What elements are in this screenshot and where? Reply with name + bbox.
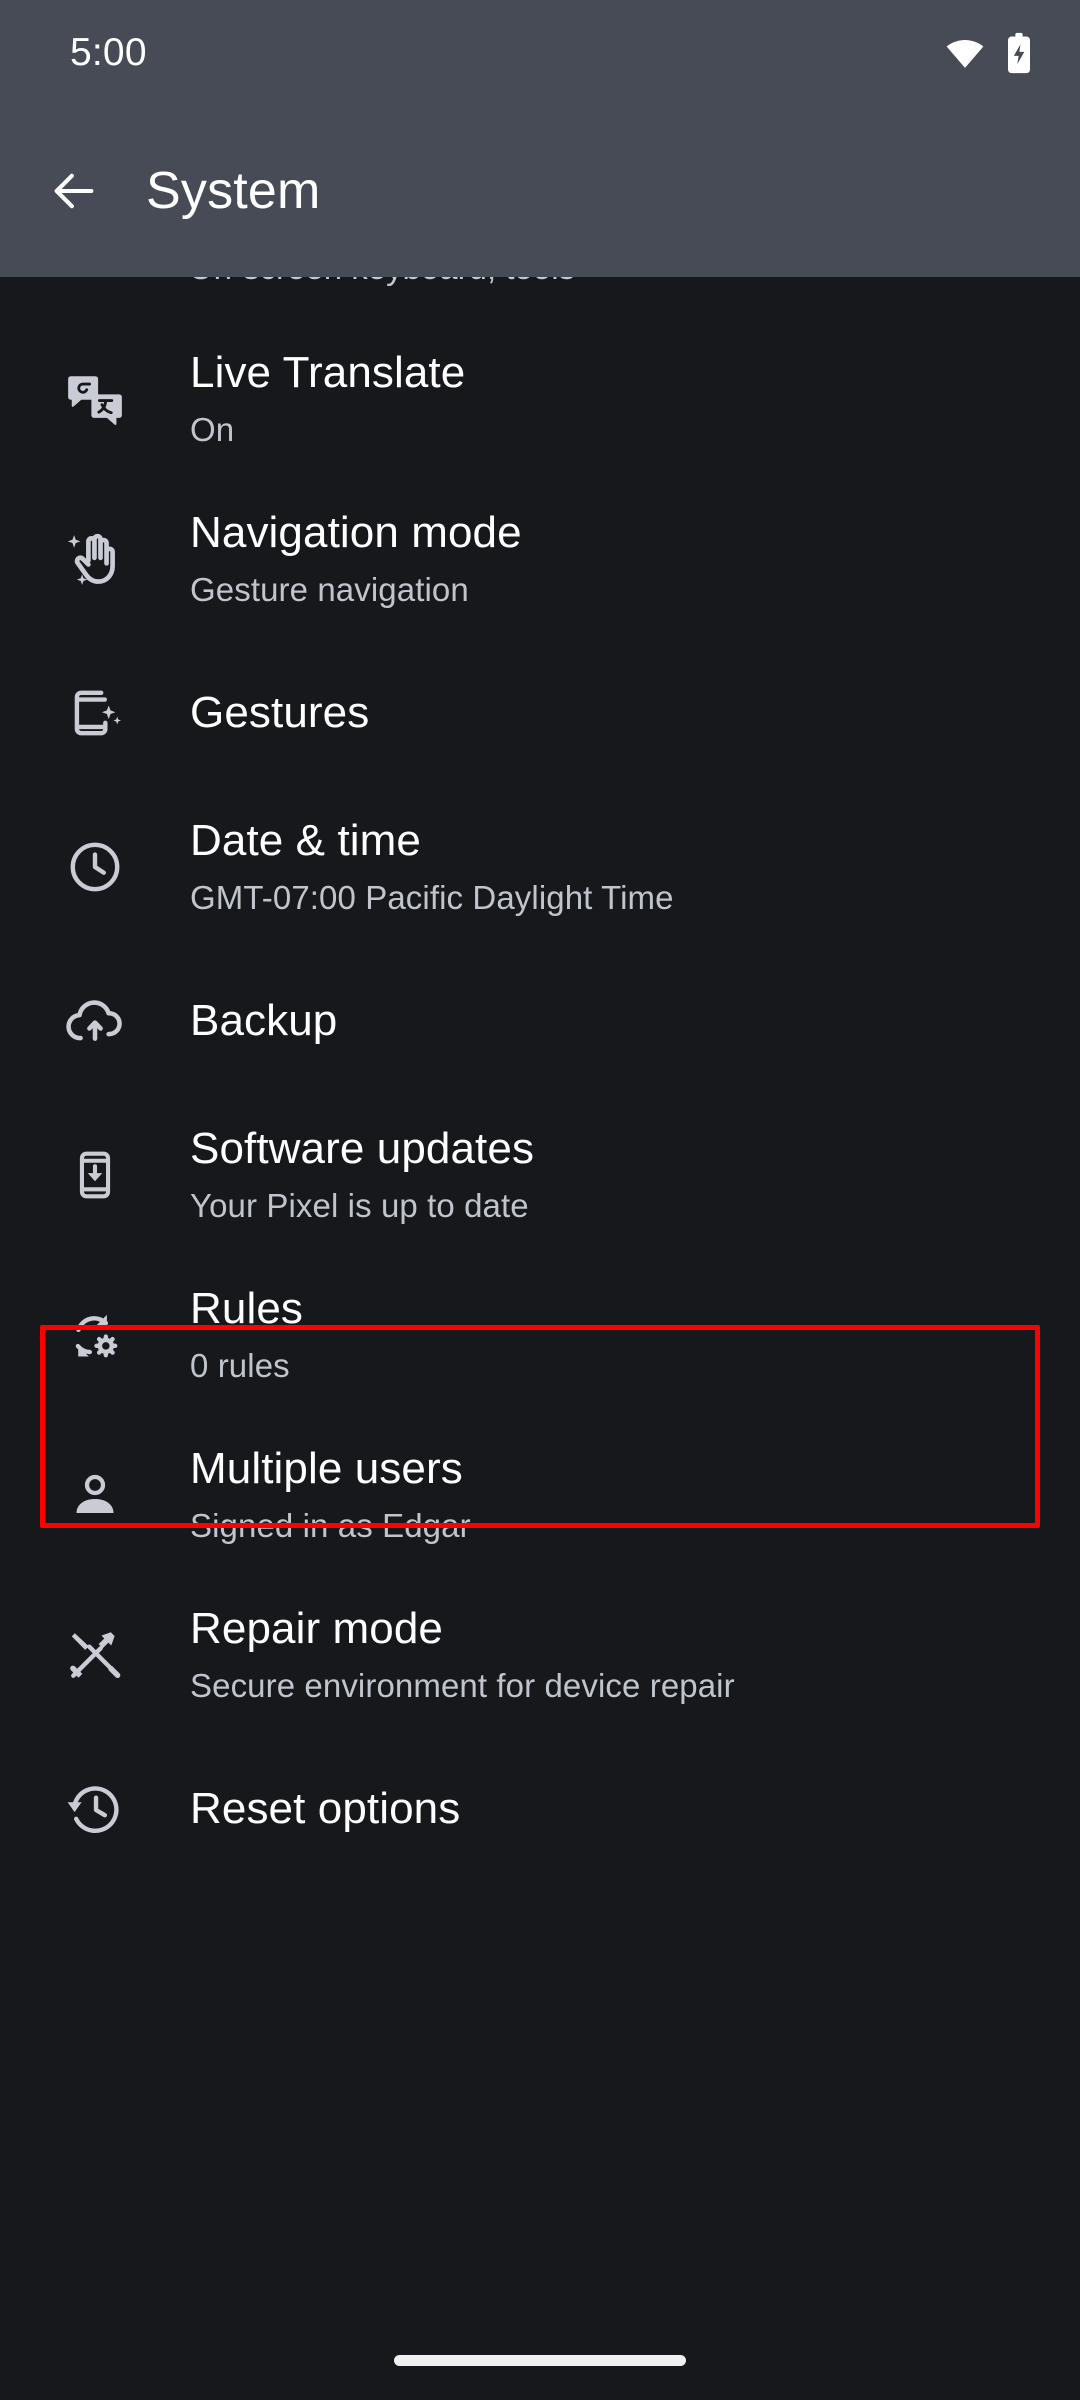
list-item-backup[interactable]: Backup — [0, 947, 1080, 1095]
list-item-text: Repair mode Secure environment for devic… — [190, 1601, 735, 1709]
list-item-live-translate[interactable]: Live Translate On — [0, 319, 1080, 479]
phone-screen: 5:00 System Live Translate On Navigation… — [0, 0, 1080, 2400]
battery-charging-icon — [1004, 31, 1034, 75]
list-item-date-and-time[interactable]: Date & time GMT-07:00 Pacific Daylight T… — [0, 787, 1080, 947]
clipped-previous-row: On-screen keyboard, tools — [0, 277, 1080, 311]
list-item-text: Multiple users Signed in as Edgar — [190, 1441, 471, 1549]
status-bar-icons — [944, 31, 1034, 75]
phone-swipe-icon — [0, 665, 190, 761]
history-restore-icon — [0, 1761, 190, 1857]
wifi-icon — [944, 32, 986, 74]
phone-download-icon — [0, 1127, 190, 1223]
list-item-title: Date & time — [190, 816, 421, 865]
list-item-title: Repair mode — [190, 1604, 444, 1653]
list-item-title: Rules — [190, 1284, 303, 1333]
list-item-summary: GMT-07:00 Pacific Daylight Time — [190, 879, 674, 916]
list-item-title: Backup — [190, 996, 338, 1045]
rotate-gear-icon — [0, 1287, 190, 1383]
list-item-navigation-mode[interactable]: Navigation mode Gesture navigation — [0, 479, 1080, 639]
list-item-title: Live Translate — [190, 348, 466, 397]
list-item-title: Navigation mode — [190, 508, 522, 557]
list-item-text: Navigation mode Gesture navigation — [190, 505, 522, 613]
back-button[interactable] — [26, 143, 122, 239]
list-item-summary: Secure environment for device repair — [190, 1667, 735, 1704]
list-item-gestures[interactable]: Gestures — [0, 639, 1080, 787]
list-item-text: Live Translate On — [190, 345, 465, 453]
back-arrow-icon — [48, 165, 100, 217]
page-title: System — [146, 162, 321, 220]
list-item-text: Backup — [190, 993, 337, 1049]
clipped-row-summary: On-screen keyboard, tools — [188, 277, 575, 287]
list-item-summary: Signed in as Edgar — [190, 1507, 471, 1544]
list-item-rules[interactable]: Rules 0 rules — [0, 1255, 1080, 1415]
list-item-text: Reset options — [190, 1781, 460, 1837]
list-item-multiple-users[interactable]: Multiple users Signed in as Edgar — [0, 1415, 1080, 1575]
person-icon — [0, 1447, 190, 1543]
translate-icon — [0, 351, 190, 447]
settings-list[interactable]: On-screen keyboard, tools Live Translate… — [0, 277, 1080, 2400]
list-item-summary: 0 rules — [190, 1347, 290, 1384]
cloud-upload-icon — [0, 973, 190, 1069]
list-item-reset-options[interactable]: Reset options — [0, 1735, 1080, 1883]
clock-icon — [0, 819, 190, 915]
list-item-summary: Your Pixel is up to date — [190, 1187, 529, 1224]
list-item-repair-mode[interactable]: Repair mode Secure environment for devic… — [0, 1575, 1080, 1735]
status-bar: 5:00 — [0, 0, 1080, 105]
app-bar: System — [0, 105, 1080, 277]
settings-rows: Live Translate On Navigation mode Gestur… — [0, 319, 1080, 1883]
list-item-title: Multiple users — [190, 1444, 463, 1493]
status-bar-clock: 5:00 — [70, 30, 147, 74]
list-item-summary: On — [190, 411, 235, 448]
list-item-text: Gestures — [190, 685, 369, 741]
list-item-text: Software updates Your Pixel is up to dat… — [190, 1121, 534, 1229]
list-item-title: Gestures — [190, 688, 370, 737]
list-item-title: Software updates — [190, 1124, 535, 1173]
list-item-summary: Gesture navigation — [190, 571, 469, 608]
list-item-text: Rules 0 rules — [190, 1281, 303, 1389]
list-item-software-updates[interactable]: Software updates Your Pixel is up to dat… — [0, 1095, 1080, 1255]
home-gesture-bar[interactable] — [394, 2355, 686, 2366]
tools-icon — [0, 1607, 190, 1703]
list-item-title: Reset options — [190, 1784, 461, 1833]
hand-gesture-icon — [0, 511, 190, 607]
list-item-text: Date & time GMT-07:00 Pacific Daylight T… — [190, 813, 674, 921]
